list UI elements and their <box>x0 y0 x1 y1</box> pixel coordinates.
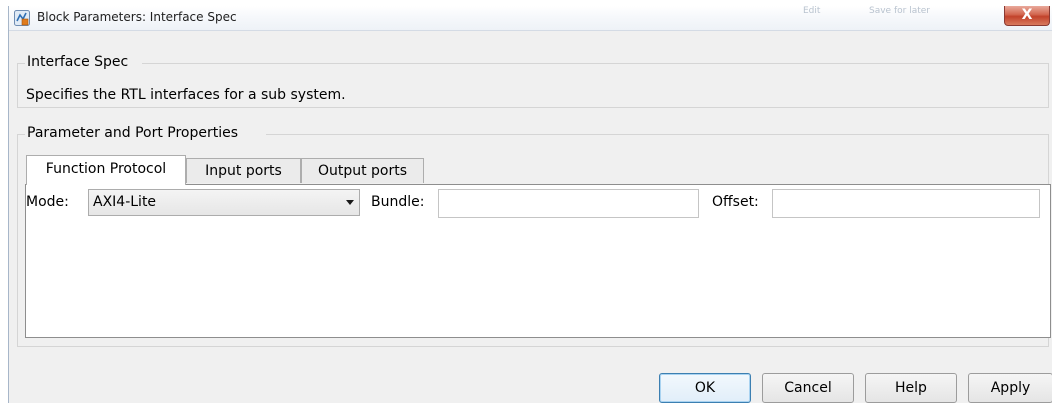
params-border-top-left <box>17 134 25 135</box>
group-border-top-left <box>17 63 25 64</box>
block-description: Specifies the RTL interfaces for a sub s… <box>26 87 346 103</box>
params-border-left <box>17 134 18 346</box>
ghost-save-text: Save for later <box>869 6 930 16</box>
tab-function-protocol[interactable]: Function Protocol <box>26 155 186 185</box>
group-border-left <box>17 63 18 107</box>
block-name-heading: Interface Spec <box>27 54 129 70</box>
bundle-field[interactable] <box>438 189 699 218</box>
close-icon: X <box>1021 7 1033 23</box>
mode-label: Mode: <box>26 194 69 210</box>
bundle-label: Bundle: <box>371 194 425 210</box>
group-border-bottom <box>17 107 1049 108</box>
simulink-block-icon <box>14 10 30 26</box>
params-border-bottom <box>17 346 1049 347</box>
mode-dropdown[interactable]: AXI4-Lite <box>88 189 360 216</box>
params-border-top-right <box>266 134 1049 135</box>
apply-button[interactable]: Apply <box>968 373 1052 403</box>
offset-field[interactable] <box>772 189 1040 218</box>
close-button[interactable]: X <box>1004 6 1050 26</box>
dialog-window: Block Parameters: Interface Spec Edit Sa… <box>8 6 1052 403</box>
tab-output-ports[interactable]: Output ports <box>301 158 424 183</box>
ok-button[interactable]: OK <box>659 373 751 403</box>
window-title: Block Parameters: Interface Spec <box>37 10 237 24</box>
offset-label: Offset: <box>712 194 759 210</box>
section-title: Parameter and Port Properties <box>27 125 239 141</box>
cancel-button[interactable]: Cancel <box>762 373 854 403</box>
tab-input-ports[interactable]: Input ports <box>186 158 301 183</box>
title-bar[interactable]: Block Parameters: Interface Spec Edit Sa… <box>9 6 1052 31</box>
ghost-edit-text: Edit <box>803 6 821 16</box>
dropdown-arrow-icon <box>346 200 354 205</box>
help-button[interactable]: Help <box>865 373 957 403</box>
group-border-top-right <box>142 63 1049 64</box>
mode-selected-value: AXI4-Lite <box>93 194 157 210</box>
group-border-right <box>1048 63 1049 107</box>
